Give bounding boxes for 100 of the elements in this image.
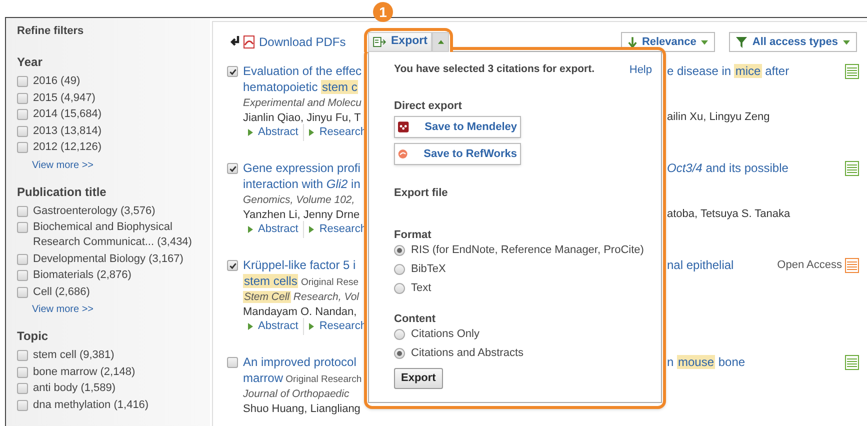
checkbox[interactable]	[17, 206, 28, 216]
checkbox[interactable]	[17, 270, 28, 281]
checkbox[interactable]	[227, 260, 238, 271]
filter-option[interactable]: dna methylation (1,416)	[33, 398, 203, 412]
author-list: Yanzhen Li, Jenny Drne	[243, 209, 360, 221]
checkbox[interactable]	[17, 286, 28, 298]
filter-option[interactable]: stem cell (9,381)	[33, 348, 203, 363]
author-list: ailin Xu, Lingyu Zeng	[667, 108, 770, 126]
checkbox[interactable]	[227, 357, 238, 368]
save-button[interactable]: Save to Mendeley	[394, 116, 521, 138]
filter-option[interactable]: 2012 (12,126)	[33, 140, 203, 155]
filter-heading: Year	[17, 54, 44, 71]
radio-button[interactable]	[394, 329, 405, 340]
pdf-icon	[242, 35, 256, 49]
document-icon	[845, 160, 859, 176]
help-link[interactable]: Help	[629, 62, 652, 78]
people-icon	[398, 120, 409, 134]
document-icon	[845, 258, 859, 272]
checkbox[interactable]	[17, 126, 28, 136]
article-title[interactable]: Oct3/4 and its possible	[667, 159, 788, 177]
filter-option[interactable]: bone marrow (2,148)	[33, 364, 203, 380]
section-heading: Direct export	[394, 99, 463, 112]
access-filter-dropdown[interactable]: All access types	[729, 32, 857, 52]
triangle-icon	[309, 226, 314, 233]
filter-option[interactable]: 2016 (49)	[33, 74, 203, 89]
export-submit-button[interactable]: Export	[394, 368, 443, 389]
checkbox[interactable]	[227, 66, 238, 77]
format-option[interactable]: BibTeX	[411, 261, 446, 278]
article-title[interactable]: An improved protocol	[243, 355, 356, 369]
filter-option[interactable]: Biomaterials (2,876)	[33, 268, 203, 283]
article-title[interactable]: marrow Original Research	[243, 371, 362, 385]
selection-summary: You have selected 3 citations for export.	[394, 62, 595, 78]
article-title[interactable]: Evaluation of the effec	[243, 64, 362, 78]
checkbox[interactable]	[17, 350, 28, 361]
author-list: Mandayam O. Nandan,	[243, 306, 357, 318]
article-title[interactable]: e disease in mice after	[667, 62, 790, 80]
filter-option[interactable]: 2013 (13,814)	[33, 124, 203, 138]
export-button[interactable]: Export	[368, 32, 432, 52]
journal-citation: Genomics, Volume 102,	[243, 194, 355, 206]
download-pdfs-link[interactable]: Download PDFs	[259, 33, 346, 51]
step-badge: 1	[373, 2, 393, 22]
triangle-icon	[248, 323, 253, 330]
triangle-icon	[309, 129, 314, 136]
filter-option[interactable]: 2015 (4,947)	[33, 90, 203, 106]
triangle-icon	[248, 226, 253, 233]
caret-icon	[843, 40, 850, 44]
export-icon	[373, 37, 386, 47]
checkbox[interactable]	[17, 366, 28, 378]
content-option[interactable]: Citations and Abstracts	[411, 345, 524, 362]
view-more-link[interactable]: View more >>	[32, 158, 210, 172]
link[interactable]: Abstract	[258, 221, 298, 238]
journal-citation: Stem Cell Research, Vol	[243, 291, 359, 303]
journal-citation: Experimental and Molecu	[243, 97, 362, 109]
radio-button[interactable]	[394, 245, 405, 256]
article-title[interactable]: nal epithelial	[667, 256, 734, 274]
article-title[interactable]: interaction with Gli2 in	[243, 177, 360, 191]
checkbox[interactable]	[17, 383, 28, 394]
journal-citation: Journal of Orthopaedic	[243, 388, 350, 400]
link[interactable]: Abstract	[258, 318, 298, 335]
radio-button[interactable]	[394, 348, 405, 359]
checkbox[interactable]	[17, 400, 28, 410]
format-option[interactable]: RIS (for EndNote, Reference Manager, ProCite)	[411, 242, 644, 259]
article-title[interactable]: stem cells Original Rese	[243, 274, 359, 288]
checkbox[interactable]	[227, 163, 238, 174]
radio-button[interactable]	[394, 264, 405, 275]
radio-button[interactable]	[394, 283, 405, 294]
link[interactable]: Abstract	[258, 124, 298, 141]
view-more-link[interactable]: View more >>	[32, 302, 210, 317]
sidebar-title: Refine filters	[17, 24, 85, 37]
filter-option[interactable]: anti body (1,589)	[33, 381, 203, 396]
section-heading: Format	[394, 228, 432, 241]
checkbox[interactable]	[17, 109, 28, 120]
section-heading: Export file	[394, 186, 449, 199]
filter-option[interactable]: Cell (2,686)	[33, 284, 203, 300]
filter-heading: Publication title	[17, 184, 108, 200]
filter-option[interactable]: Developmental Biology (3,167)	[33, 252, 203, 266]
article-title[interactable]: hematopoietic stem c	[243, 80, 358, 94]
article-title[interactable]: n mouse bone	[667, 353, 746, 371]
checkbox[interactable]	[17, 92, 28, 104]
triangle-icon	[248, 129, 253, 136]
checkbox[interactable]	[17, 142, 28, 153]
checkbox[interactable]	[17, 76, 28, 87]
save-button[interactable]: Save to RefWorks	[394, 143, 521, 165]
filter-icon	[736, 36, 748, 48]
section-heading: Content	[394, 312, 437, 325]
filter-option[interactable]: 2014 (15,684)	[33, 107, 203, 122]
article-title[interactable]: Krüppel-like factor 5 i	[243, 258, 356, 272]
format-option[interactable]: Text	[411, 280, 432, 297]
document-icon	[845, 64, 859, 78]
filter-option[interactable]: Gastroenterology (3,576)	[33, 204, 203, 218]
article-title[interactable]: Gene expression profi	[243, 161, 360, 175]
collapse-toggle[interactable]	[432, 32, 449, 52]
author-list: Shuo Huang, Liangliang	[243, 403, 360, 415]
access-label: Open Access	[777, 258, 842, 273]
author-list: atoba, Tetsuya S. Tanaka	[667, 206, 790, 222]
checkbox[interactable]	[17, 254, 28, 264]
filter-option[interactable]: Biochemical and Biophysical Research Communicat... (3,434)	[33, 220, 203, 250]
content-option[interactable]: Citations Only	[411, 326, 480, 343]
checkbox[interactable]	[17, 222, 28, 233]
up-caret-icon	[438, 40, 444, 44]
